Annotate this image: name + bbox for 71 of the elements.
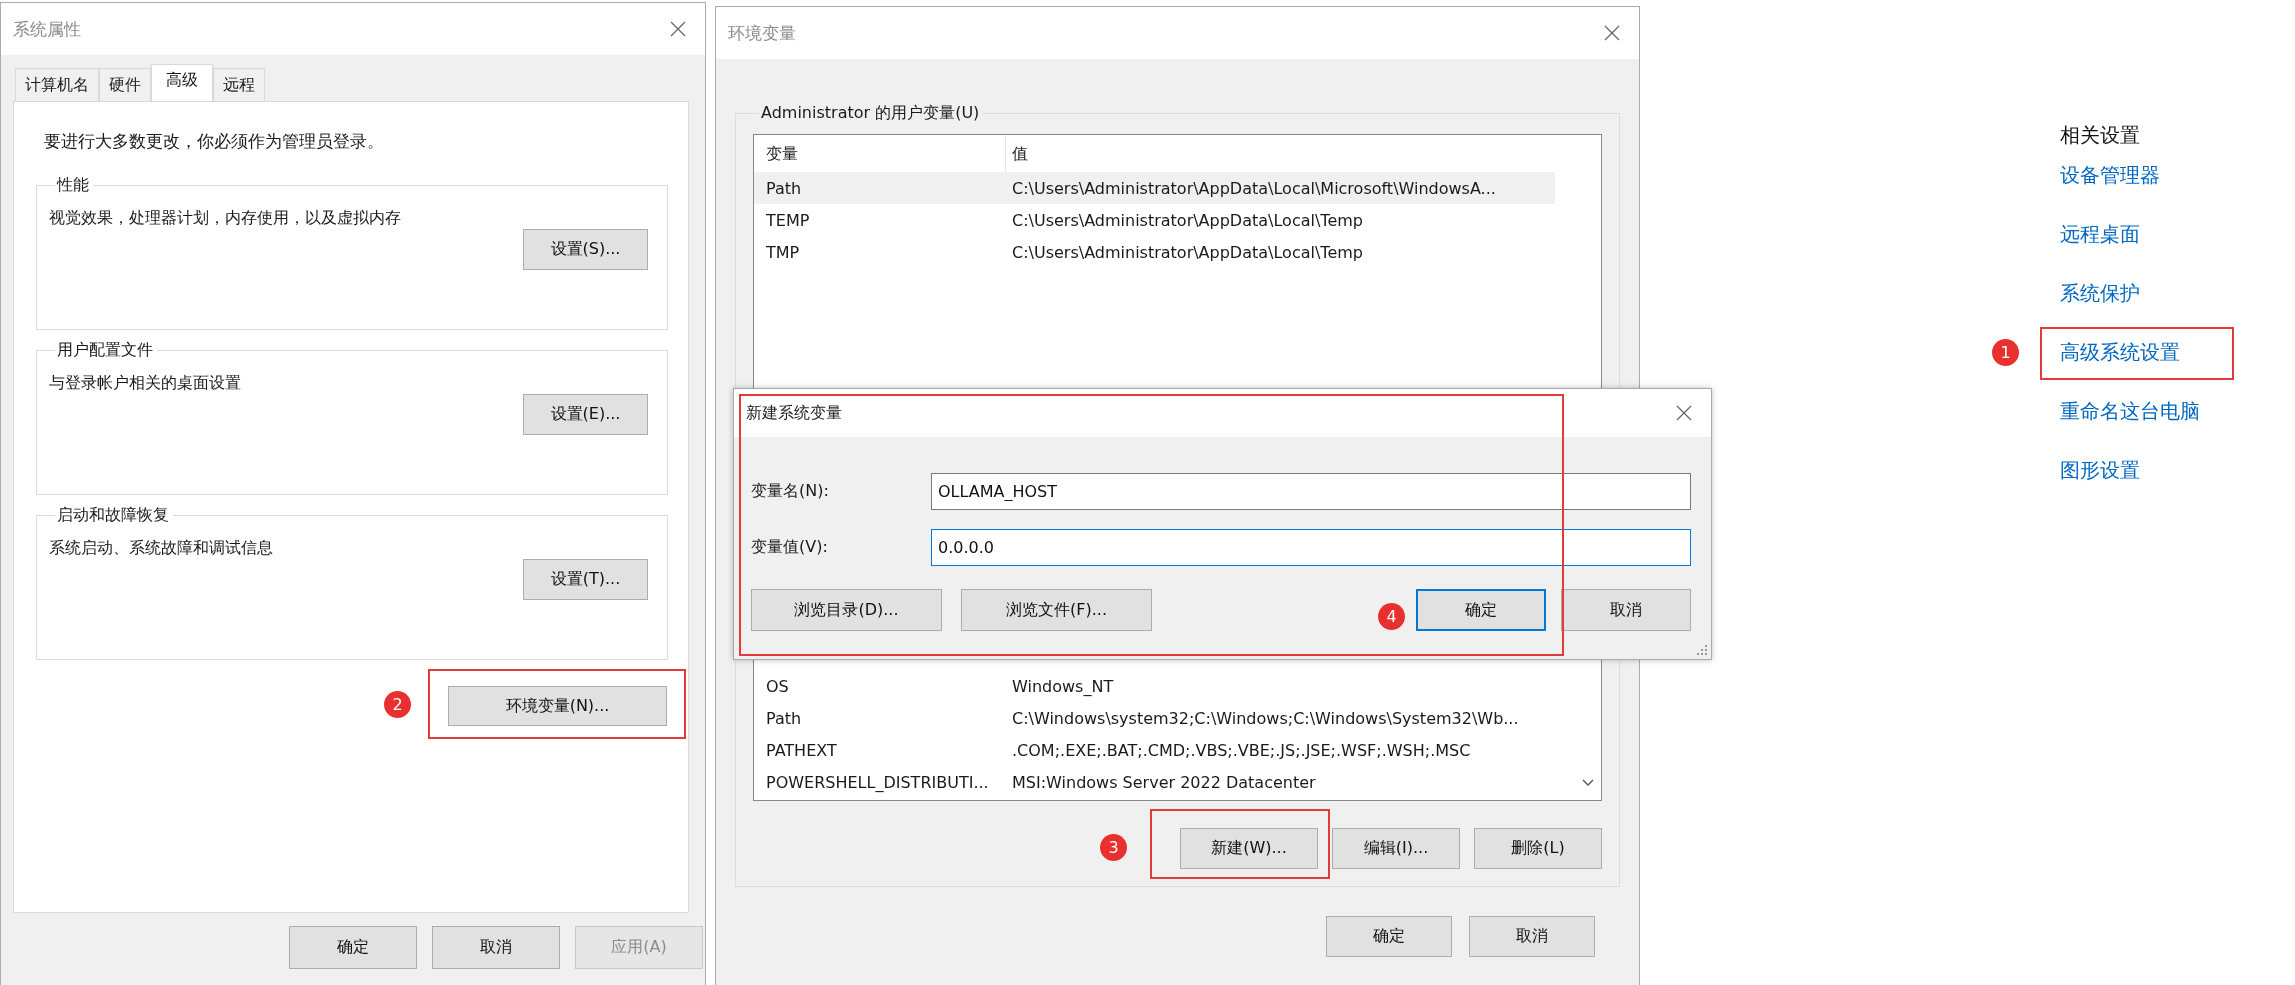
- table-cell-text: Path: [765, 708, 803, 728]
- settings-link[interactable]: 重命名这台电脑: [2060, 398, 2200, 425]
- group-description: 视觉效果，处理器计划，内存使用，以及虚拟内存: [49, 208, 402, 229]
- list-action-button[interactable]: 编辑(I)...: [1332, 828, 1460, 869]
- resize-grip-icon: [1697, 645, 1707, 655]
- environment-variables-button[interactable]: 环境变量(N)...: [448, 686, 667, 726]
- step-number-badge: 3: [1100, 834, 1127, 861]
- list-row[interactable]: TMP C:\Users\Administrator\AppData\Local\Temp: [754, 236, 1555, 268]
- settings-link[interactable]: 图形设置: [2060, 457, 2140, 484]
- step-number-badge: 4: [1378, 603, 1405, 630]
- table-cell-text: C:\Users\Administrator\AppData\Local\Temp: [1011, 210, 1364, 230]
- field-label: 变量名(N):: [751, 481, 830, 502]
- list-row[interactable]: OS Windows_NT: [754, 670, 1555, 702]
- dialog-button[interactable]: 取消: [432, 926, 560, 969]
- settings-button[interactable]: 设置(T)...: [523, 559, 648, 600]
- step-number-badge: 2: [384, 691, 411, 718]
- dialog-button[interactable]: 确定: [1416, 589, 1546, 631]
- list-row[interactable]: Path C:\Users\Administrator\AppData\Local\Microsoft\WindowsA...: [754, 172, 1555, 204]
- list-row[interactable]: Path C:\Windows\system32;C:\Windows;C:\Windows\System32\Wb...: [754, 702, 1555, 734]
- window-title: 环境变量: [728, 21, 796, 45]
- table-cell-text: TEMP: [765, 210, 811, 230]
- text-field[interactable]: OLLAMA_HOST: [931, 473, 1691, 510]
- step-number-badge: 1: [1992, 339, 2019, 366]
- group-description: 系统启动、系统故障和调试信息: [49, 538, 274, 559]
- group-title: Administrator 的用户变量(U): [760, 103, 981, 124]
- table-cell-text: Windows_NT: [1011, 676, 1115, 696]
- table-cell-text: PATHEXT: [765, 740, 838, 760]
- settings-link[interactable]: 系统保护: [2060, 280, 2140, 307]
- dialog-button[interactable]: 确定: [1326, 916, 1452, 957]
- tab[interactable]: 硬件: [99, 68, 151, 101]
- close-icon[interactable]: [669, 20, 687, 38]
- table-cell-text: C:\Users\Administrator\AppData\Local\Microsoft\WindowsA...: [1011, 178, 1497, 198]
- table-cell-text: Path: [765, 178, 803, 198]
- tab[interactable]: 计算机名: [15, 68, 99, 101]
- list-row[interactable]: POWERSHELL_DISTRIBUTI... MSI:Windows Server 2022 Datacenter: [754, 766, 1555, 798]
- list-row[interactable]: TEMP C:\Users\Administrator\AppData\Local\Temp: [754, 204, 1555, 236]
- list-row[interactable]: PATHEXT .COM;.EXE;.BAT;.CMD;.VBS;.VBE;.JS;.JSE;.WSF;.WSH;.MSC: [754, 734, 1555, 766]
- tab[interactable]: 远程: [213, 68, 265, 101]
- close-icon[interactable]: [1603, 24, 1621, 42]
- table-cell-text: C:\Windows\system32;C:\Windows;C:\Windows\System32\Wb...: [1011, 708, 1520, 728]
- window-title: 系统属性: [13, 17, 81, 41]
- settings-button[interactable]: 设置(E)...: [523, 394, 648, 435]
- list-action-button[interactable]: 删除(L): [1474, 828, 1602, 869]
- notice-text: 要进行大多数更改，你必须作为管理员登录。: [44, 130, 385, 153]
- table-cell-text: OS: [765, 676, 790, 696]
- text-field[interactable]: 0.0.0.0: [931, 529, 1691, 566]
- table-cell-text: POWERSHELL_DISTRIBUTI...: [765, 772, 990, 792]
- table-cell-text: TMP: [765, 242, 801, 262]
- section-title: 相关设置: [2060, 122, 2141, 149]
- list-action-button[interactable]: 新建(W)...: [1180, 828, 1318, 869]
- field-label: 变量值(V):: [751, 537, 829, 558]
- group-title: 启动和故障恢复: [56, 505, 170, 526]
- tab[interactable]: 高级: [151, 64, 213, 101]
- table-cell-text: MSI:Windows Server 2022 Datacenter: [1011, 772, 1317, 792]
- dialog-button[interactable]: 确定: [289, 926, 417, 969]
- settings-link[interactable]: 高级系统设置: [2060, 339, 2180, 366]
- settings-link[interactable]: 设备管理器: [2060, 162, 2160, 189]
- chevron-down-icon: [1582, 779, 1594, 787]
- table-cell-text: .COM;.EXE;.BAT;.CMD;.VBS;.VBE;.JS;.JSE;.WSF;.WSH;.MSC: [1011, 740, 1472, 760]
- window-title: 新建系统变量: [746, 402, 842, 424]
- group-title: 用户配置文件: [56, 340, 154, 361]
- dialog-button[interactable]: 取消: [1469, 916, 1595, 957]
- dialog-button[interactable]: 取消: [1561, 589, 1691, 631]
- group-description: 与登录帐户相关的桌面设置: [49, 373, 242, 394]
- settings-button[interactable]: 设置(S)...: [523, 229, 648, 270]
- settings-link[interactable]: 远程桌面: [2060, 221, 2140, 248]
- close-icon[interactable]: [1675, 404, 1693, 422]
- browse-button[interactable]: 浏览目录(D)...: [751, 589, 942, 631]
- browse-button[interactable]: 浏览文件(F)...: [961, 589, 1152, 631]
- table-cell-text: C:\Users\Administrator\AppData\Local\Temp: [1011, 242, 1364, 262]
- group-title: 性能: [55, 175, 90, 196]
